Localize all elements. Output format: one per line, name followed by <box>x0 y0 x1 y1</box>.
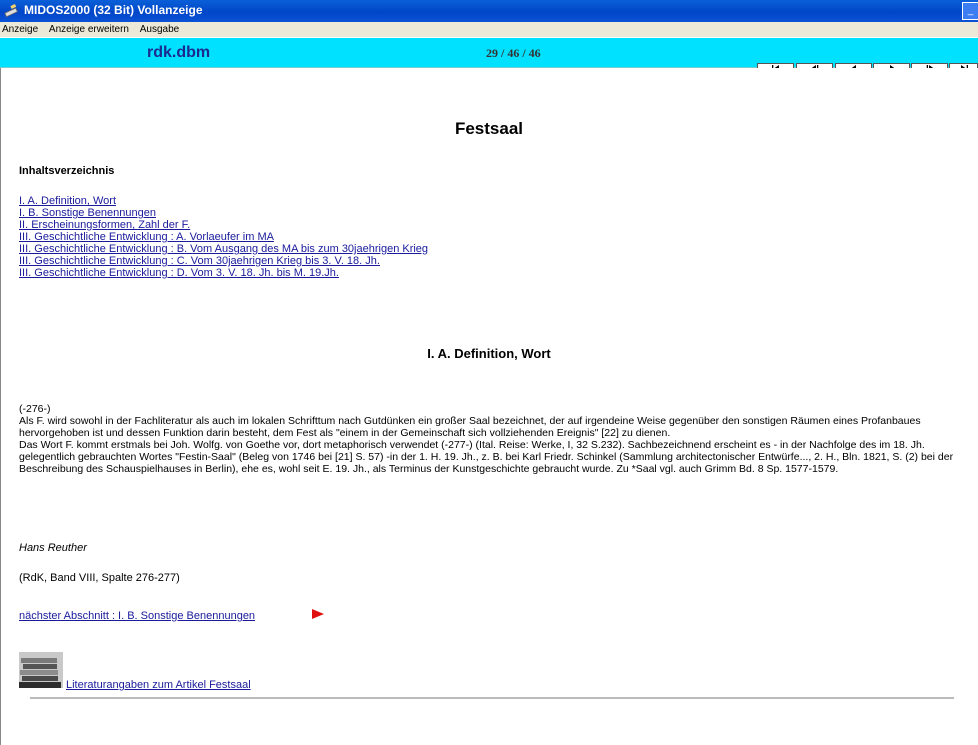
toc-link[interactable]: III. Geschichtliche Entwicklung : B. Vom… <box>19 243 428 255</box>
red-arrow-icon[interactable] <box>311 608 325 620</box>
minimize-icon: _ <box>967 5 974 16</box>
toc-link[interactable]: I. A. Definition, Wort <box>19 195 428 207</box>
toc-link[interactable]: II. Erscheinungsformen, Zahl der F. <box>19 219 428 231</box>
record-counter: 29 / 46 / 46 <box>486 46 541 60</box>
minimize-button[interactable]: _ <box>962 2 978 20</box>
page-marker: (-276-) <box>19 403 51 415</box>
table-of-contents: I. A. Definition, Wort I. B. Sonstige Be… <box>19 195 428 279</box>
source-reference: (RdK, Band VIII, Spalte 276-277) <box>19 572 180 584</box>
literature-link[interactable]: Literaturangaben zum Artikel Festsaal <box>66 679 251 691</box>
app-icon <box>4 4 18 18</box>
window-title: MIDOS2000 (32 Bit) Vollanzeige <box>24 3 203 17</box>
toc-link[interactable]: III. Geschichtliche Entwicklung : C. Vom… <box>19 255 428 267</box>
toc-link[interactable]: III. Geschichtliche Entwicklung : D. Vom… <box>19 267 428 279</box>
toc-heading: Inhaltsverzeichnis <box>19 165 115 177</box>
menu-anzeige[interactable]: Anzeige <box>2 22 38 37</box>
database-name: rdk.dbm <box>147 44 211 61</box>
divider <box>30 697 954 699</box>
article-title: Festsaal <box>454 119 524 138</box>
books-icon[interactable] <box>19 652 63 688</box>
toc-link[interactable]: I. B. Sonstige Benennungen <box>19 207 428 219</box>
section-heading: I. A. Definition, Wort <box>427 346 551 361</box>
toc-link[interactable]: III. Geschichtliche Entwicklung : A. Vor… <box>19 231 428 243</box>
next-section-link[interactable]: nächster Abschnitt : I. B. Sonstige Bene… <box>19 610 255 622</box>
paragraph: Das Wort F. kommt erstmals bei Joh. Wolf… <box>19 439 954 475</box>
title-bar: MIDOS2000 (32 Bit) Vollanzeige _ <box>0 0 978 22</box>
menu-anzeige-erweitern[interactable]: Anzeige erweitern <box>49 22 129 37</box>
menu-ausgabe[interactable]: Ausgabe <box>140 22 179 37</box>
author: Hans Reuther <box>19 542 87 554</box>
article-body: (-276-) Als F. wird sowohl in der Fachli… <box>19 403 964 475</box>
menu-bar: Anzeige Anzeige erweitern Ausgabe <box>0 22 978 37</box>
paragraph: Als F. wird sowohl in der Fachliteratur … <box>19 415 921 439</box>
